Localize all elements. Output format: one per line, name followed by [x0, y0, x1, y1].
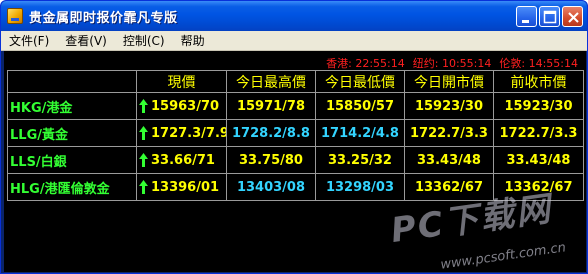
- maximize-button[interactable]: [539, 6, 560, 27]
- menu-view[interactable]: 查看(V): [57, 31, 115, 51]
- current-price: 33.66/71: [136, 146, 227, 174]
- table-row[interactable]: LLS/白銀 33.66/71 33.75/80 33.25/32 33.43/48 33…: [7, 146, 584, 174]
- symbol-name: HLG/港匯倫敦金: [7, 173, 137, 201]
- symbol-name: LLG/黃金: [7, 119, 137, 147]
- open-price: 15923/30: [404, 92, 494, 120]
- header-prev-close: 前收市價: [493, 70, 584, 93]
- high-price: 15971/78: [226, 92, 316, 120]
- current-price: 1727.3/7.9: [136, 119, 227, 147]
- app-window: 贵金属即时报价霏凡专版 文件(F) 查看(V) 控制(C) 帮助 香港: 22:…: [0, 0, 588, 274]
- prev-close-price: 13362/67: [493, 173, 584, 201]
- menu-file[interactable]: 文件(F): [1, 31, 57, 51]
- symbol-name: LLS/白銀: [7, 146, 137, 174]
- close-icon: [568, 12, 579, 23]
- high-price: 1728.2/8.8: [226, 119, 316, 147]
- low-price: 33.25/32: [315, 146, 405, 174]
- watermark-url: www.pcsoft.com.cn: [439, 240, 567, 273]
- current-price-value: 13396/01: [151, 179, 220, 195]
- header-open: 今日開市價: [404, 70, 494, 93]
- open-price: 13362/67: [404, 173, 494, 201]
- current-price: 15963/70: [136, 92, 227, 120]
- quote-table: 現價 今日最高價 今日最低價 今日開市價 前收市價 HKG/港金 15963/70…: [7, 70, 584, 201]
- menu-help[interactable]: 帮助: [173, 31, 213, 51]
- up-arrow-icon: [139, 153, 148, 167]
- header-symbol: [7, 70, 137, 93]
- table-row[interactable]: HKG/港金 15963/70 15971/78 15850/57 15923/30 15…: [7, 92, 584, 120]
- clock-newyork: 纽约: 10:55:14: [412, 57, 492, 70]
- prev-close-price: 33.43/48: [493, 146, 584, 174]
- low-price: 15850/57: [315, 92, 405, 120]
- high-price: 13403/08: [226, 173, 316, 201]
- low-price: 13298/03: [315, 173, 405, 201]
- quote-panel: 香港: 22:55:14 纽约: 10:55:14 伦敦: 14:55:14 現…: [4, 51, 586, 273]
- maximize-icon: [543, 10, 557, 24]
- prev-close-price: 15923/30: [493, 92, 584, 120]
- app-icon[interactable]: [7, 8, 23, 24]
- up-arrow-icon: [139, 180, 148, 194]
- minimize-button[interactable]: [516, 6, 537, 27]
- window-title: 贵金属即时报价霏凡专版: [29, 10, 178, 26]
- current-price: 13396/01: [136, 173, 227, 201]
- minimize-icon: [522, 20, 529, 23]
- header-high: 今日最高價: [226, 70, 316, 93]
- table-row[interactable]: HLG/港匯倫敦金 13396/01 13403/08 13298/03 13362/6…: [7, 173, 584, 201]
- current-price-value: 15963/70: [151, 98, 220, 114]
- menu-bar: 文件(F) 查看(V) 控制(C) 帮助: [1, 31, 587, 51]
- current-price-value: 1727.3/7.9: [151, 125, 227, 141]
- current-price-value: 33.66/71: [151, 152, 215, 168]
- low-price: 1714.2/4.8: [315, 119, 405, 147]
- up-arrow-icon: [139, 99, 148, 113]
- market-clocks: 香港: 22:55:14 纽约: 10:55:14 伦敦: 14:55:14: [326, 55, 578, 70]
- symbol-name: HKG/港金: [7, 92, 137, 120]
- up-arrow-icon: [139, 126, 148, 140]
- high-price: 33.75/80: [226, 146, 316, 174]
- title-bar[interactable]: 贵金属即时报价霏凡专版: [1, 1, 587, 31]
- header-current: 現價: [136, 70, 227, 93]
- prev-close-price: 1722.7/3.3: [493, 119, 584, 147]
- clock-london: 伦敦: 14:55:14: [499, 57, 578, 70]
- header-low: 今日最低價: [315, 70, 405, 93]
- open-price: 33.43/48: [404, 146, 494, 174]
- table-row[interactable]: LLG/黃金 1727.3/7.9 1728.2/8.8 1714.2/4.8 1722…: [7, 119, 584, 147]
- watermark: PC下载网 www.pcsoft.com.cn: [382, 189, 572, 273]
- menu-control[interactable]: 控制(C): [115, 31, 173, 51]
- clock-hongkong: 香港: 22:55:14: [326, 57, 405, 70]
- window-controls: [516, 6, 583, 27]
- open-price: 1722.7/3.3: [404, 119, 494, 147]
- table-header-row: 現價 今日最高價 今日最低價 今日開市價 前收市價: [7, 70, 584, 93]
- close-button[interactable]: [562, 6, 583, 27]
